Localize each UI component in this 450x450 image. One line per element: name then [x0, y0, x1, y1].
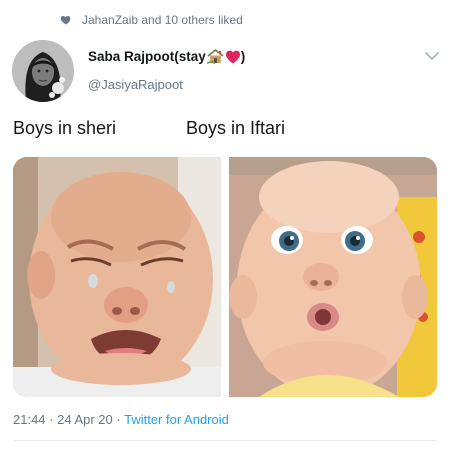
caption-left: Boys in sheri [13, 118, 117, 138]
avatar[interactable] [12, 40, 74, 102]
meta-separator: · [45, 412, 58, 427]
author-display-name-end: ) [240, 49, 246, 64]
tweet-meta: 21:44 · 24 Apr 20 · Twitter for Android [13, 412, 229, 427]
social-context-text[interactable]: JahanZaib and 10 others liked [82, 13, 243, 27]
red-heart-icon [225, 50, 241, 64]
surprised-baby-photo[interactable] [229, 157, 437, 397]
divider [13, 440, 437, 441]
caption-right: Boys in Iftari [186, 118, 286, 138]
tweet-date[interactable]: 24 Apr 20 [57, 412, 113, 427]
tweet-media[interactable] [13, 157, 437, 397]
author-display-name[interactable]: Saba Rajpoot(stay ) [88, 49, 245, 64]
chevron-down-icon[interactable] [424, 50, 440, 62]
author-display-name-text: Saba Rajpoot(stay [88, 49, 206, 64]
heart-icon [60, 16, 71, 25]
tweet-header: Saba Rajpoot(stay ) @JasiyaRajpoot [12, 40, 440, 102]
tweet-source-link[interactable]: Twitter for Android [124, 412, 229, 427]
tweet-time[interactable]: 21:44 [13, 412, 46, 427]
house-icon [206, 49, 224, 64]
meta-separator: · [112, 412, 125, 427]
author-handle[interactable]: @JasiyaRajpoot [88, 77, 183, 92]
crying-baby-photo[interactable] [13, 157, 221, 397]
social-context: JahanZaib and 10 others liked [60, 12, 243, 28]
